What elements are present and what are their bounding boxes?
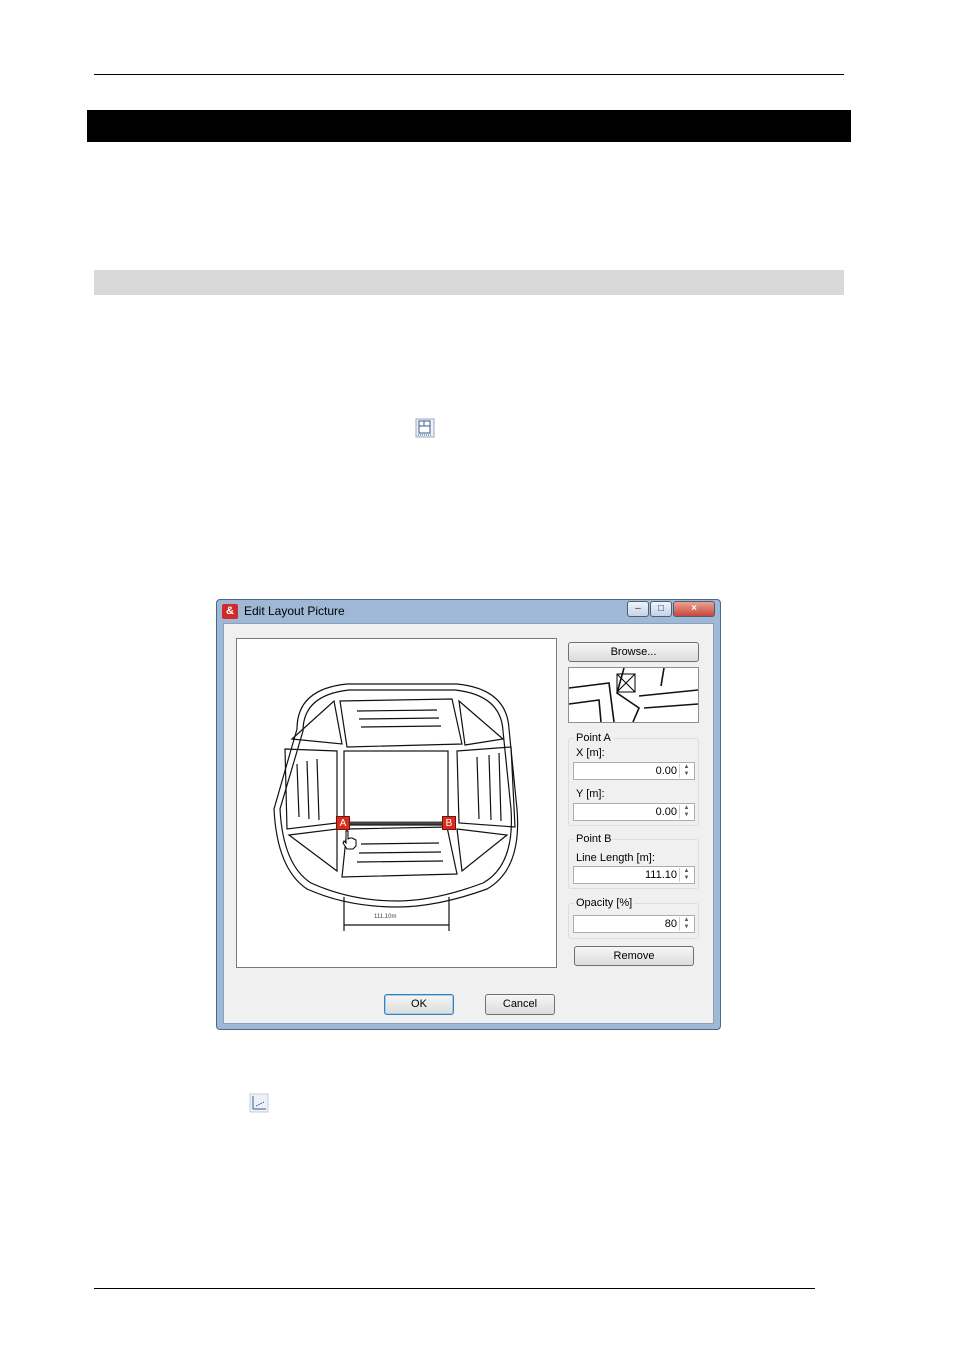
point-a-x-input[interactable]: 0.00 ▲ ▼ [573,762,695,780]
line-length-value: 111.10 [644,869,677,881]
layout-canvas[interactable]: 111,10m A B [236,638,557,968]
preview-thumbnail [569,668,698,722]
point-a-y-label: Y [m]: [576,788,605,800]
footer-rule [94,1288,815,1289]
dialog-title: Edit Layout Picture [244,604,345,618]
browse-button[interactable]: Browse... [568,642,699,662]
opacity-spinner[interactable]: ▲ ▼ [679,917,693,931]
remove-button[interactable]: Remove [574,946,694,966]
ok-button[interactable]: OK [384,994,454,1015]
point-a-x-spinner[interactable]: ▲ ▼ [679,764,693,778]
point-a-marker[interactable]: A [336,816,350,830]
dimension-label: 111,10m [374,914,397,920]
line-length-input[interactable]: 111.10 ▲ ▼ [573,866,695,884]
maximize-icon[interactable]: □ [650,601,672,617]
cancel-button[interactable]: Cancel [485,994,555,1015]
point-a-y-input[interactable]: 0.00 ▲ ▼ [573,803,695,821]
dialog-client-area: 111,10m A B Browse... Point A X [m]: 0.0… [223,623,714,1024]
hand-cursor-icon [341,830,359,855]
measure-icon [249,1093,269,1113]
header-rule [94,74,844,75]
layout-picture-icon [415,418,435,438]
point-a-y-spinner[interactable]: ▲ ▼ [679,805,693,819]
point-b-group-label: Point B [574,833,614,845]
opacity-value: 80 [664,918,677,930]
point-b-marker[interactable]: B [442,816,456,830]
line-length-label: Line Length [m]: [576,852,655,864]
subsection-heading-bar [94,270,844,295]
dialog-titlebar[interactable]: & Edit Layout Picture – □ × [217,600,720,622]
point-a-group-label: Point A [574,732,613,744]
close-icon[interactable]: × [673,601,715,617]
edit-layout-picture-dialog: & Edit Layout Picture – □ × 111,10m A B … [216,599,721,1030]
line-length-spinner[interactable]: ▲ ▼ [679,868,693,882]
opacity-input[interactable]: 80 ▲ ▼ [573,915,695,933]
section-heading-bar [87,110,851,142]
point-a-y-value: 0.00 [655,806,677,818]
app-logo-icon: & [222,604,238,619]
stadium-layout-drawing [273,683,519,931]
point-a-x-value: 0.00 [655,765,677,777]
minimize-icon[interactable]: – [627,601,649,617]
picture-preview [568,667,699,723]
point-a-x-label: X [m]: [576,747,605,759]
opacity-group-label: Opacity [%] [574,897,635,909]
